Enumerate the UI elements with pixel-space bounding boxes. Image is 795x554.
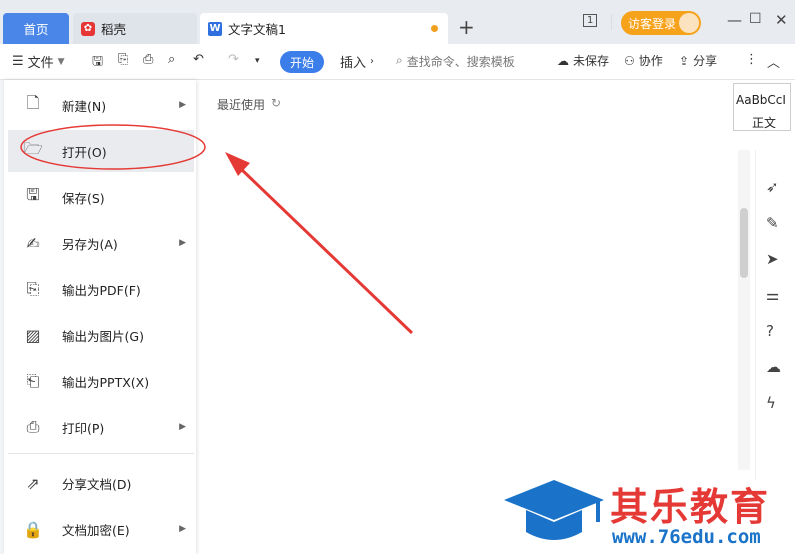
watermark: 其乐教育 www.76edu.com xyxy=(500,470,795,554)
watermark-url: www.76edu.com xyxy=(612,526,761,548)
graduation-cap-icon xyxy=(504,480,604,540)
watermark-title: 其乐教育 xyxy=(610,485,771,529)
highlight-ellipse xyxy=(20,124,206,170)
annotation-arrow-shaft xyxy=(238,166,414,335)
